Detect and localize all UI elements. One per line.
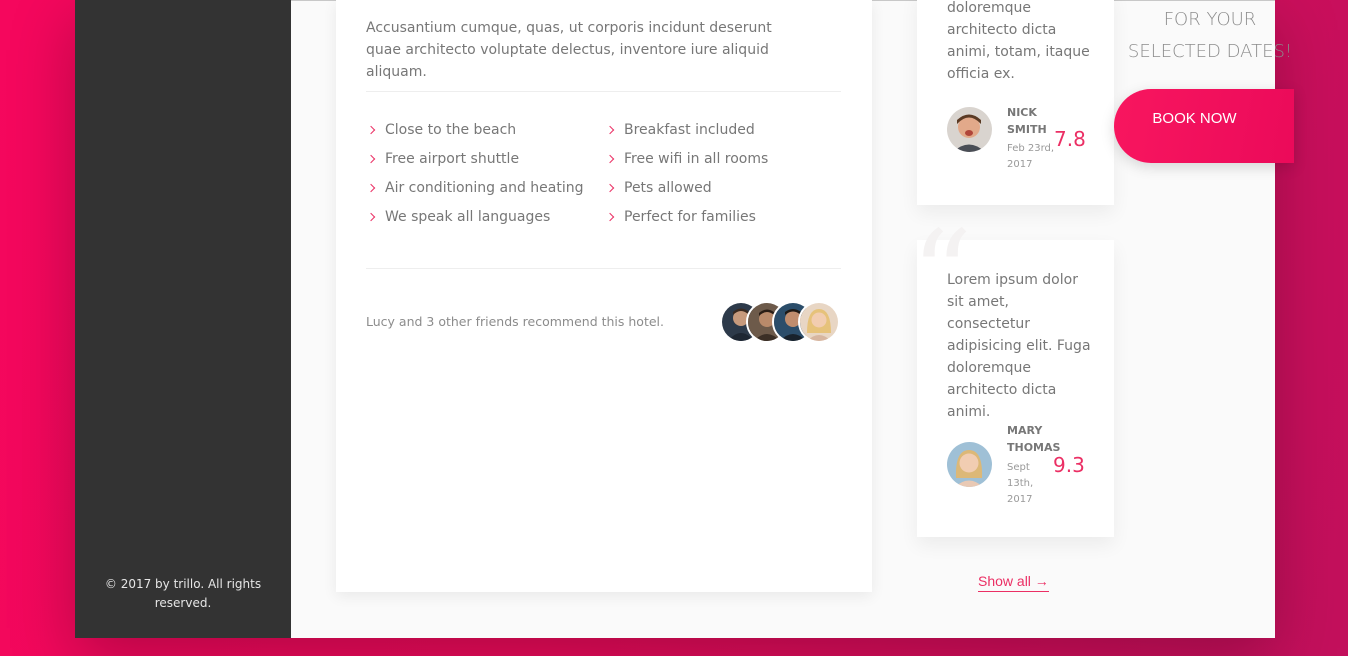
feature-item: Air conditioning and heating [366,177,605,199]
reviewer-name: Mary Thomas [1007,424,1061,454]
feature-label: We speak all languages [385,209,551,225]
hotel-description: Accusantium cumque, quas, ut corporis in… [366,20,772,80]
chevron-right-icon [366,183,376,193]
show-all-link[interactable]: Show all → [978,572,1049,592]
app-window: © 2017 by trillo. All rights reserved. A… [75,0,1294,638]
feature-label: Free airport shuttle [385,151,520,167]
review-text: Lorem ipsum dolor sit amet, consectetur … [947,272,1091,420]
friend-avatar[interactable] [798,301,840,343]
feature-label: Free wifi in all rooms [624,151,769,167]
cta-text: For your selected dates! [1127,9,1293,62]
chevron-right-icon [605,154,615,164]
friends-avatars [720,301,840,343]
feature-label: Close to the beach [385,122,517,138]
chevron-right-icon [366,125,376,135]
feature-label: Air conditioning and heating [385,180,584,196]
review-card: doloremque architecto dicta animi, totam… [917,0,1114,205]
feature-item: Breakfast included [605,119,841,141]
feature-list: Close to the beach Breakfast included Fr… [366,119,841,228]
feature-item: Close to the beach [366,119,605,141]
review-date: Sept 13th, 2017 [1007,462,1034,505]
copyright-text: © 2017 by trillo. All rights reserved. [104,577,262,610]
feature-item: We speak all languages [366,206,605,228]
chevron-right-icon [366,212,376,222]
divider [366,268,841,269]
review-score: 9.3 [1053,453,1085,477]
chevron-right-icon [366,154,376,164]
feature-label: Perfect for families [624,209,756,225]
feature-item: Free airport shuttle [366,148,605,170]
feature-label: Breakfast included [624,122,755,138]
chevron-right-icon [605,125,615,135]
review-text: doloremque architecto dicta animi, totam… [947,0,1090,82]
review-score: 7.8 [1054,127,1086,151]
reviewer-avatar [947,107,992,152]
reviewer-avatar [947,442,992,487]
feature-item: Free wifi in all rooms [605,148,841,170]
feature-item: Pets allowed [605,177,841,199]
book-now-button[interactable]: Book now [1114,89,1294,163]
hotel-detail-card: Accusantium cumque, quas, ut corporis in… [336,0,872,592]
sidebar: © 2017 by trillo. All rights reserved. [75,0,291,638]
recommend-text: Lucy and 3 other friends recommend this … [366,314,664,329]
reviewer-name: Nick Smith [1007,106,1047,136]
feature-label: Pets allowed [624,180,712,196]
feature-item: Perfect for families [605,206,841,228]
review-card: “ Lorem ipsum dolor sit amet, consectetu… [911,216,1114,537]
review-date: Feb 23rd, 2017 [1007,143,1055,170]
chevron-right-icon [605,212,615,222]
divider [366,91,841,92]
chevron-right-icon [605,183,615,193]
